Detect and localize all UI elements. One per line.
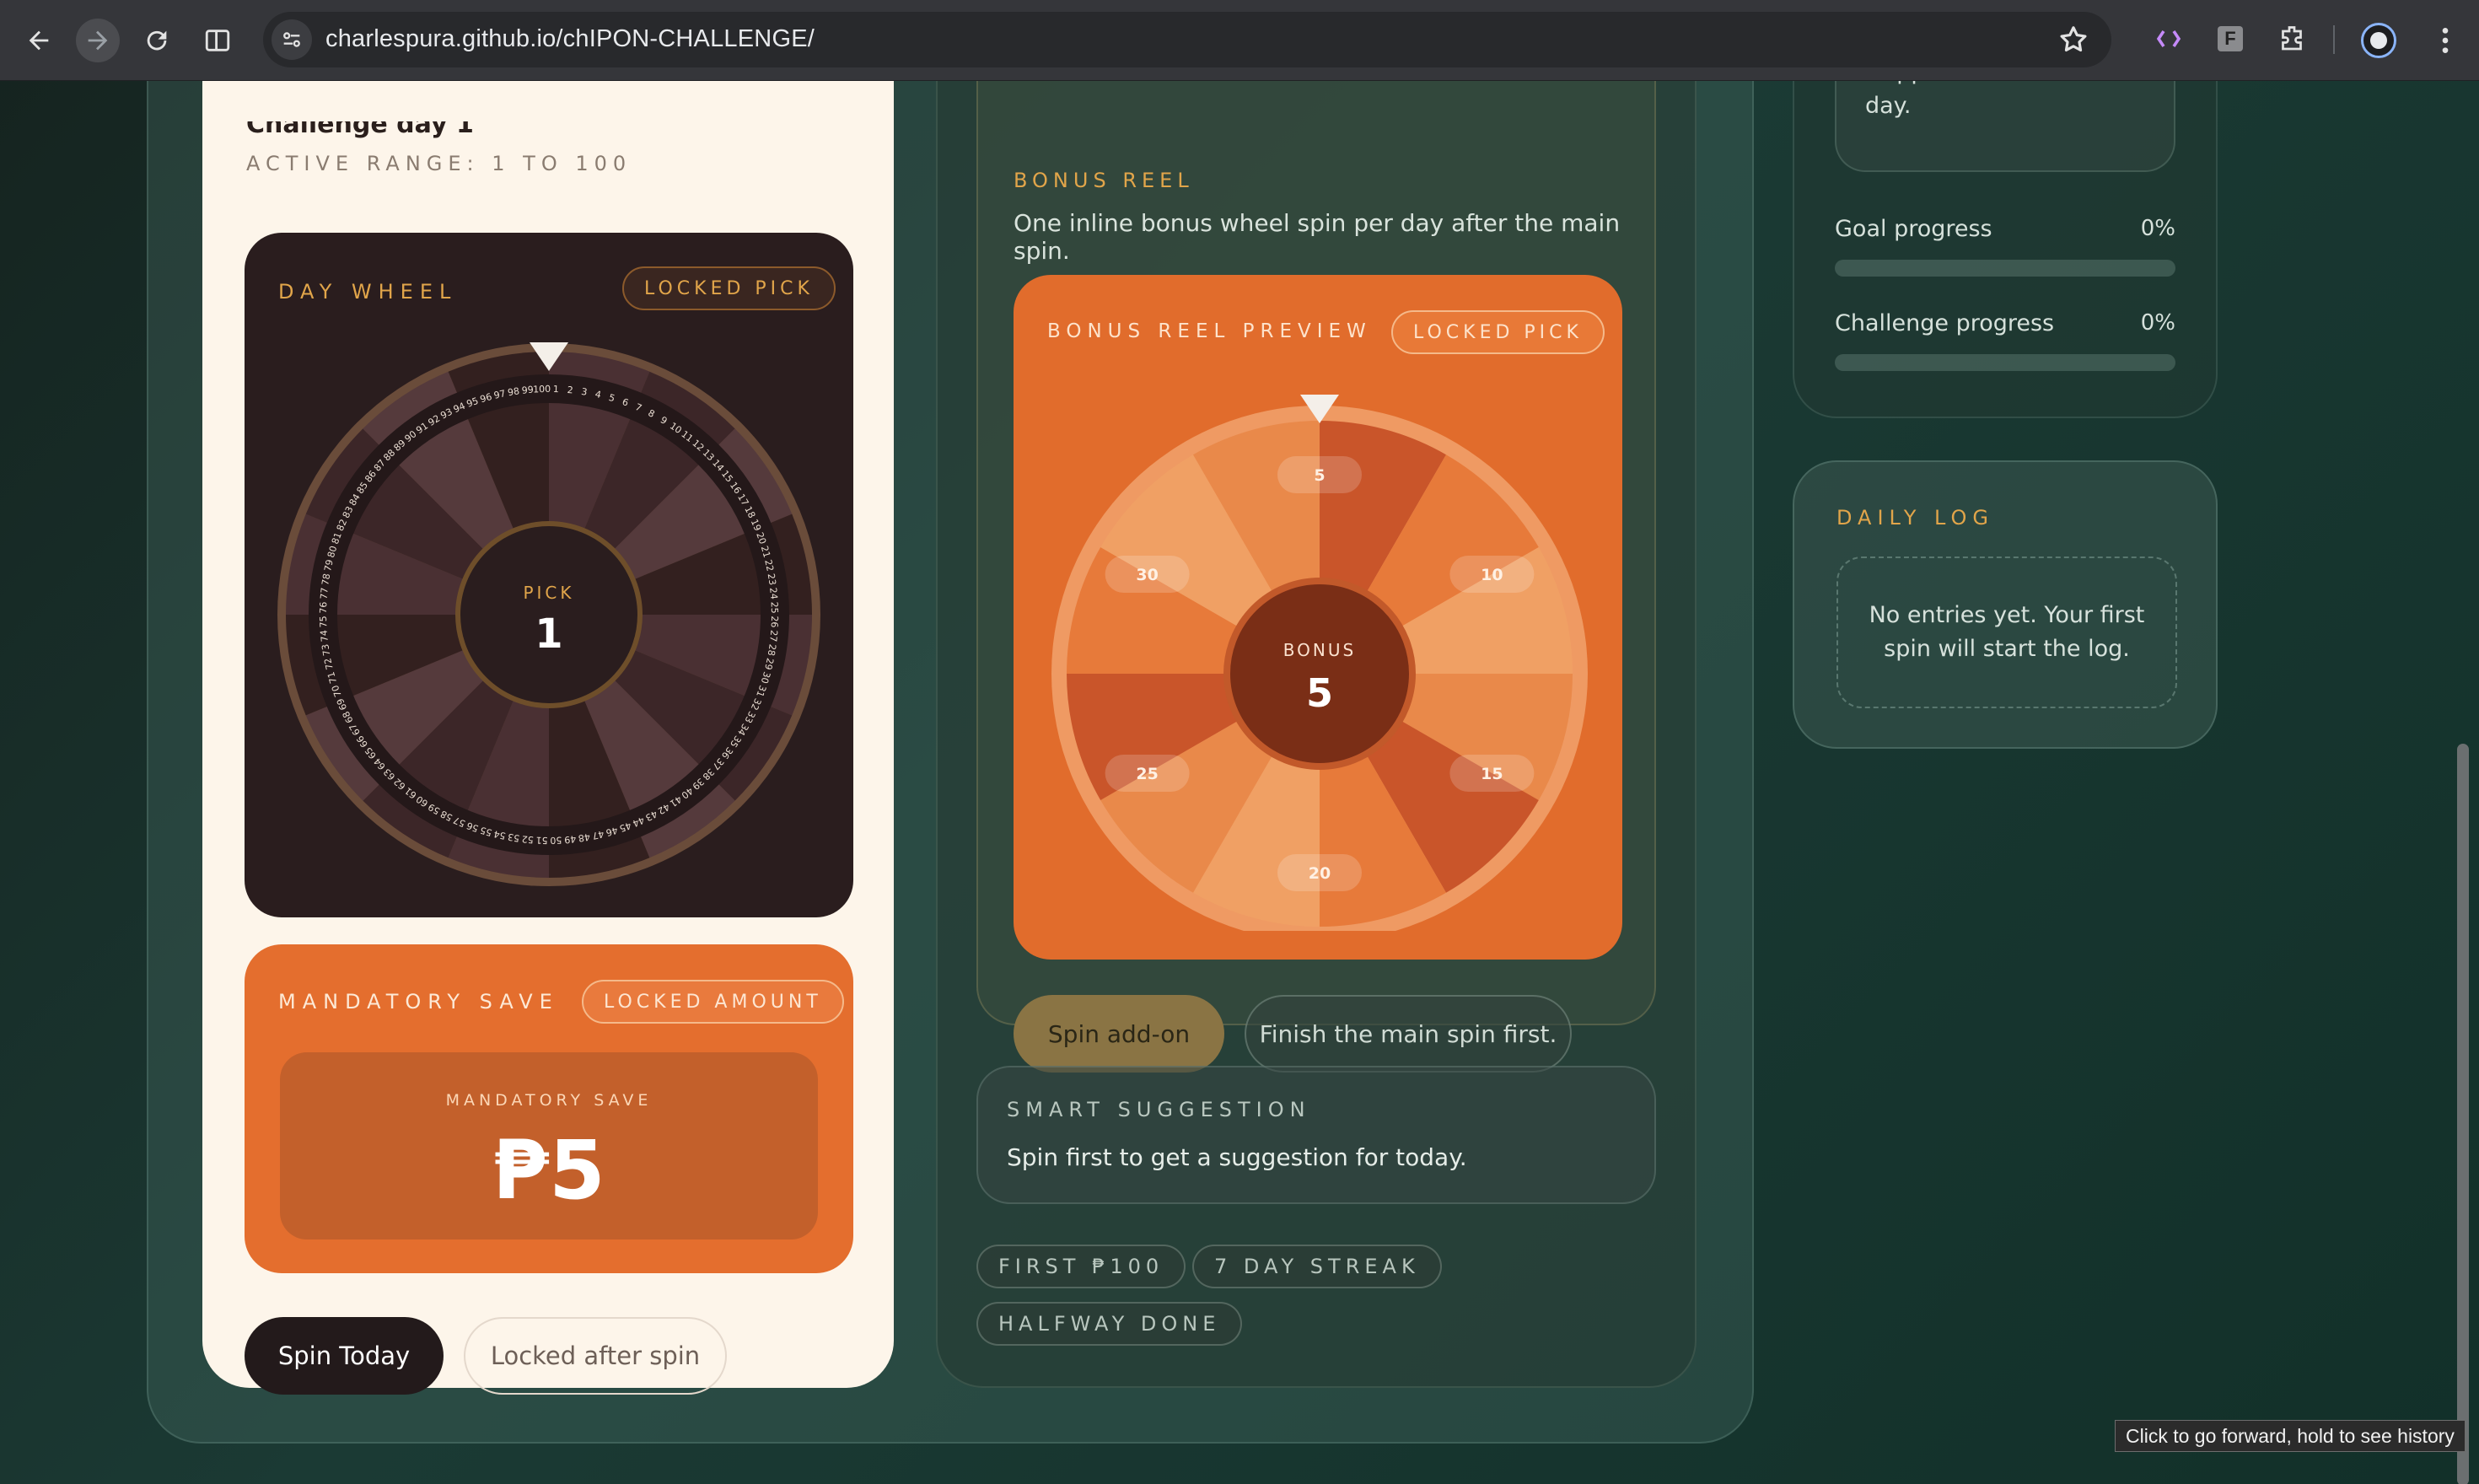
extension-purple-icon[interactable] <box>2152 22 2186 56</box>
challenge-progress-label: Challenge progress <box>1835 310 2055 336</box>
bonus-wheel-label: 25 <box>1136 765 1158 783</box>
day-wheel-number: 53 <box>507 831 520 844</box>
bonus-wheel-label: 10 <box>1481 566 1503 584</box>
extension-f-icon[interactable]: F <box>2218 26 2243 51</box>
day-wheel-locked-badge: LOCKED PICK <box>622 266 836 310</box>
menu-kebab-icon[interactable] <box>2428 24 2462 57</box>
day-wheel-heading: DAY WHEEL <box>278 280 458 304</box>
goal-progress-label: Goal progress <box>1835 216 1992 242</box>
day-wheel-number: 26 <box>769 616 780 627</box>
bonus-wheel-label: 5 <box>1314 466 1325 485</box>
url-text[interactable]: charlespura.github.io/chIPON-CHALLENGE/ <box>325 25 815 53</box>
day-wheel-number: 23 <box>766 573 778 586</box>
bookmark-star-icon[interactable] <box>2057 24 2089 56</box>
bonus-reel-heading: BONUS REEL <box>1014 169 1194 192</box>
bonus-reel-preview-card: BONUS REEL PREVIEW LOCKED PICK 5 10 15 20 25… <box>1014 275 1622 960</box>
day-wheel-number: 100 <box>533 384 551 395</box>
page-scrollbar[interactable] <box>2457 744 2469 1484</box>
forward-icon[interactable] <box>76 19 120 62</box>
day-wheel-number: 51 <box>535 835 547 846</box>
smart-suggestion-text: Spin first to get a suggestion for today… <box>1007 1143 1467 1171</box>
goal-progress-value: 0% <box>2140 216 2175 241</box>
split-view-icon[interactable] <box>196 19 239 62</box>
bonus-wheel[interactable]: 5 10 15 20 25 30 BONUS 5 <box>1046 383 1594 931</box>
smart-suggestion-heading: SMART SUGGESTION <box>1007 1098 1311 1121</box>
challenge-day-label: Challenge day 1 <box>246 110 474 139</box>
badge-halfway-done: HALFWAY DONE <box>976 1302 1243 1346</box>
daily-log-card: DAILY LOG No entries yet. Your first spi… <box>1793 460 2218 749</box>
day-wheel-number: 24 <box>767 587 779 600</box>
day-wheel-number: 77 <box>319 587 331 600</box>
spin-today-button[interactable]: Spin Today <box>245 1317 444 1395</box>
skipped-day-text: skipped day. <box>1865 81 1954 119</box>
challenge-progress-value: 0% <box>2140 310 2175 336</box>
goal-progress-track <box>1835 260 2175 277</box>
spin-card: Challenge day 1 ACTIVE RANGE: 1 TO 100 D… <box>202 81 894 1395</box>
daily-log-heading: DAILY LOG <box>1836 506 1995 530</box>
smart-suggestion-card: SMART SUGGESTION Spin first to get a sug… <box>976 1066 1656 1204</box>
day-wheel[interactable]: 1 2 3 4 5 6 7 891011121314151617181920212223242… <box>275 341 823 889</box>
day-wheel-number: 49 <box>564 833 577 845</box>
day-wheel-number: 76 <box>318 601 329 613</box>
day-wheel-number: 78 <box>320 573 332 586</box>
badge-first-100: FIRST ₱100 <box>976 1245 1186 1288</box>
day-wheel-number: 48 <box>578 831 591 844</box>
bonus-reel-locked-badge: LOCKED PICK <box>1391 310 1605 354</box>
bonus-wheel-center-value: 5 <box>1306 670 1333 716</box>
forward-tooltip: Click to go forward, hold to see history <box>2115 1420 2466 1452</box>
bonus-wheel-label: 30 <box>1136 566 1158 584</box>
day-wheel-number: 50 <box>550 835 562 846</box>
bonus-wheel-label: 20 <box>1309 864 1331 883</box>
back-icon[interactable] <box>17 19 61 62</box>
mandatory-save-amount: ₱5 <box>492 1123 605 1218</box>
bonus-reel-preview-heading: BONUS REEL PREVIEW <box>1047 320 1372 342</box>
bonus-wheel-label: 15 <box>1481 765 1503 783</box>
mandatory-save-inner-label: MANDATORY SAVE <box>445 1091 653 1110</box>
active-range: ACTIVE RANGE: 1 TO 100 <box>246 152 632 175</box>
bonus-reel-description: One inline bonus wheel spin per day afte… <box>1014 209 1621 265</box>
day-wheel-number: 74 <box>319 630 331 643</box>
extensions-puzzle-icon[interactable] <box>2275 22 2309 56</box>
day-wheel-center-label: PICK <box>523 583 574 603</box>
day-wheel-number: 25 <box>769 601 780 613</box>
daily-log-empty-state: No entries yet. Your first spin will sta… <box>1836 556 2177 708</box>
toolbar-divider <box>2333 25 2335 54</box>
bonus-wheel-center-label: BONUS <box>1283 640 1356 660</box>
site-info-icon[interactable] <box>272 19 312 60</box>
spin-addon-button[interactable]: Spin add-on <box>1014 995 1224 1073</box>
day-wheel-number: 1 <box>553 384 559 395</box>
day-wheel-number: 98 <box>507 385 520 398</box>
profile-avatar-icon[interactable] <box>2361 23 2396 58</box>
bonus-reel-card: BONUS REEL One inline bonus wheel spin p… <box>976 81 1656 1073</box>
page-viewport: Challenge day 1 ACTIVE RANGE: 1 TO 100 D… <box>0 81 2479 1484</box>
skipped-day-box: skipped day. <box>1835 81 2175 172</box>
day-wheel-number: 75 <box>318 616 329 627</box>
day-wheel-card: DAY WHEEL LOCKED PICK 1 2 3 4 5 6 7 8 9 10 11 12 13 1… <box>245 233 853 917</box>
mandatory-save-panel: MANDATORY SAVE ₱5 <box>280 1052 818 1239</box>
challenge-progress-track <box>1835 354 2175 371</box>
mandatory-save-heading: MANDATORY SAVE <box>278 990 559 1014</box>
mandatory-save-card: MANDATORY SAVE LOCKED AMOUNT MANDATORY S… <box>245 944 853 1273</box>
day-wheel-number: 73 <box>320 643 332 657</box>
locked-after-spin-button[interactable]: Locked after spin <box>464 1317 727 1395</box>
address-bar[interactable]: charlespura.github.io/chIPON-CHALLENGE/ <box>263 12 2111 67</box>
finish-main-spin-hint[interactable]: Finish the main spin first. <box>1245 995 1572 1073</box>
reload-icon[interactable] <box>135 19 179 62</box>
day-wheel-center-value: 1 <box>535 610 562 658</box>
mandatory-save-locked-badge: LOCKED AMOUNT <box>582 980 844 1024</box>
day-wheel-number: 2 <box>567 384 573 396</box>
day-wheel-number: 28 <box>766 643 778 657</box>
day-wheel-number: 27 <box>767 630 779 643</box>
day-wheel-number: 52 <box>521 833 534 845</box>
browser-toolbar: charlespura.github.io/chIPON-CHALLENGE/ … <box>0 0 2479 81</box>
badge-7-day-streak: 7 DAY STREAK <box>1192 1245 1442 1288</box>
